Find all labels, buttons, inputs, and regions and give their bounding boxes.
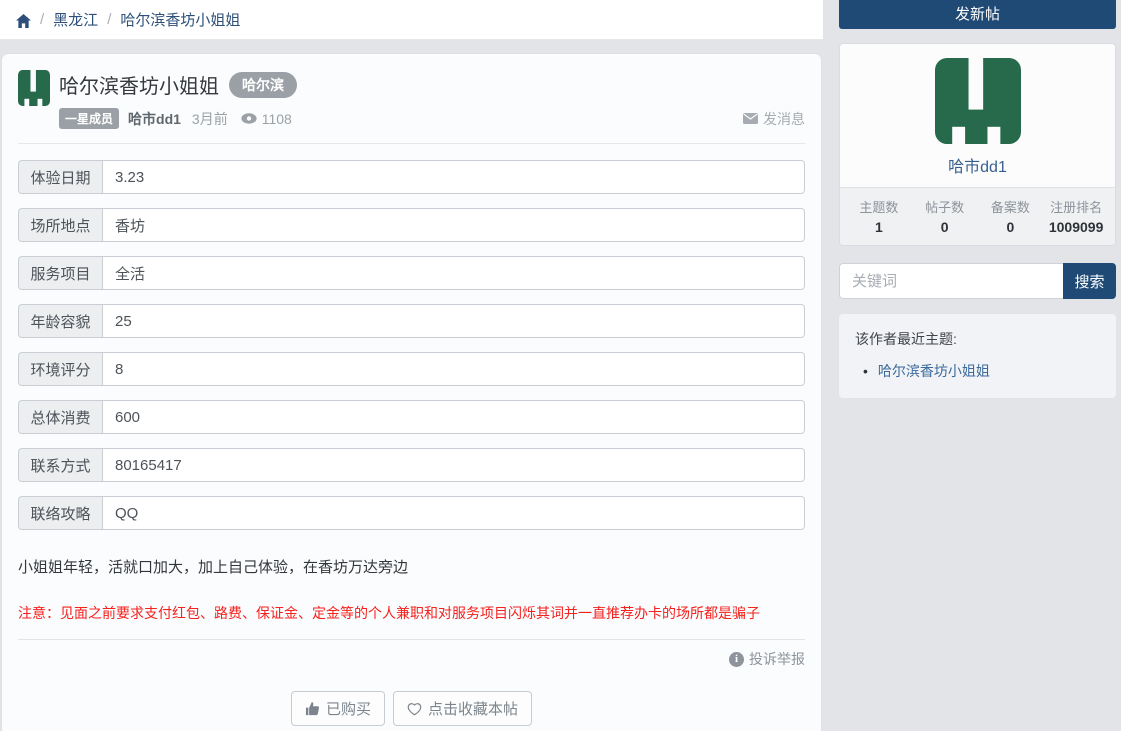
breadcrumb-separator: / [107,11,111,28]
thumbs-up-icon [305,701,320,716]
field-row-contact-method: 联络攻略 QQ [18,496,805,530]
field-label: 服务项目 [18,256,102,290]
field-value: 3.23 [102,160,805,194]
header-divider [18,143,805,144]
post-card: 哈尔滨香坊小姐姐 哈尔滨 一星成员 哈市dd1 3月前 1108 发消息 [2,54,821,731]
profile-username[interactable]: 哈市dd1 [840,153,1115,177]
stat-posts: 帖子数 0 [912,197,978,235]
post-fields: 体验日期 3.23 场所地点 香坊 服务项目 全活 年龄容貌 25 环境评分 8… [18,160,805,530]
field-label: 环境评分 [18,352,102,386]
stat-rank: 注册排名 1009099 [1043,197,1109,235]
breadcrumb-separator: / [40,11,44,28]
scam-warning: 注意：见面之前要求支付红包、路费、保证金、定金等的个人兼职和对服务项目闪烁其词并… [18,603,805,623]
recent-topics-title: 该作者最近主题: [855,329,1100,349]
region-badge: 哈尔滨 [229,72,297,98]
site-logo-icon [18,70,50,106]
stat-records: 备案数 0 [978,197,1044,235]
field-row-age: 年龄容貌 25 [18,304,805,338]
field-label: 总体消费 [18,400,102,434]
field-value: 8 [102,352,805,386]
breadcrumb: / 黑龙江 / 哈尔滨香坊小姐姐 [0,0,823,40]
author-name[interactable]: 哈市dd1 [128,109,181,129]
favorite-button[interactable]: 点击收藏本帖 [393,691,532,726]
field-label: 体验日期 [18,160,102,194]
profile-stats: 主题数 1 帖子数 0 备案数 0 注册排名 1009099 [840,187,1115,245]
new-post-button[interactable]: 发新帖 [839,0,1116,29]
heart-outline-icon [407,702,422,716]
recent-topic-link[interactable]: 哈尔滨香坊小姐姐 [878,361,990,381]
field-row-experience-date: 体验日期 3.23 [18,160,805,194]
field-value: QQ [102,496,805,530]
post-meta: 一星成员 哈市dd1 3月前 1108 发消息 [59,108,805,129]
field-row-location: 场所地点 香坊 [18,208,805,242]
post-actions: 已购买 点击收藏本帖 [18,691,805,726]
field-value: 600 [102,400,805,434]
eye-icon [241,113,257,124]
breadcrumb-link-current[interactable]: 哈尔滨香坊小姐姐 [120,9,240,30]
report-link[interactable]: i 投诉举报 [18,649,805,669]
post-time: 3月前 [192,109,228,129]
list-item: • 哈尔滨香坊小姐姐 [855,361,1100,381]
post-body: 小姐姐年轻，活就口加大，加上自己体验，在香坊万达旁边 [18,556,805,577]
footer-divider [18,639,805,640]
info-icon: i [729,652,744,667]
search-input[interactable] [839,263,1063,299]
field-row-service: 服务项目 全活 [18,256,805,290]
breadcrumb-link-province[interactable]: 黑龙江 [53,9,98,30]
field-value: 香坊 [102,208,805,242]
purchased-button[interactable]: 已购买 [291,691,385,726]
search-bar: 搜索 [839,263,1116,299]
member-level-badge: 一星成员 [59,108,119,129]
page-title: 哈尔滨香坊小姐姐 [59,70,219,99]
home-icon[interactable] [16,14,31,28]
field-value: 全活 [102,256,805,290]
field-label: 联系方式 [18,448,102,482]
envelope-icon [743,113,758,124]
field-row-contact: 联系方式 80165417 [18,448,805,482]
bullet: • [863,363,868,379]
recent-topics-card: 该作者最近主题: • 哈尔滨香坊小姐姐 [839,314,1116,398]
field-label: 年龄容貌 [18,304,102,338]
field-label: 联络攻略 [18,496,102,530]
field-row-environment: 环境评分 8 [18,352,805,386]
send-message-link[interactable]: 发消息 [743,109,805,129]
field-value: 80165417 [102,448,805,482]
avatar[interactable] [935,58,1021,144]
search-button[interactable]: 搜索 [1063,263,1116,299]
author-profile-card: 哈市dd1 主题数 1 帖子数 0 备案数 0 注册排名 1009099 [839,43,1116,246]
field-label: 场所地点 [18,208,102,242]
field-value: 25 [102,304,805,338]
stat-topics: 主题数 1 [846,197,912,235]
post-header: 哈尔滨香坊小姐姐 哈尔滨 一星成员 哈市dd1 3月前 1108 发消息 [18,70,805,129]
view-count: 1108 [241,111,292,127]
sidebar: 发新帖 哈市dd1 主题数 1 帖子数 0 备案 [823,0,1121,731]
main-column: / 黑龙江 / 哈尔滨香坊小姐姐 哈尔滨香坊小姐姐 哈尔滨 一星成员 [0,0,823,731]
field-row-cost: 总体消费 600 [18,400,805,434]
